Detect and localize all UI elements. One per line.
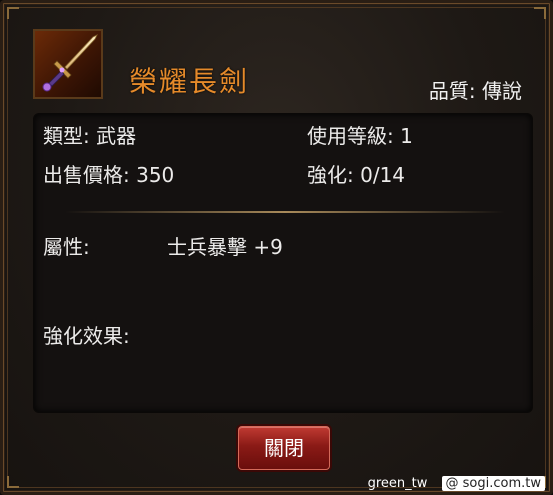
close-button[interactable]: 關閉 (238, 426, 330, 470)
item-tooltip-window: 榮耀長劍 品質: 傳說 類型: 武器 使用等級: 1 出售價格: 350 強化:… (0, 0, 553, 495)
item-stats-panel (33, 113, 533, 413)
enhance-label: 強化: (307, 163, 354, 187)
attributes-value: 士兵暴擊 +9 (167, 235, 283, 259)
sword-icon (33, 29, 103, 99)
watermark: green_tw @ sogi.com.tw (368, 476, 545, 491)
item-quality: 品質: 傳說 (429, 79, 522, 103)
level-label: 使用等級: (307, 124, 394, 148)
stat-sell-price: 出售價格: 350 (43, 162, 174, 188)
section-divider (65, 211, 505, 213)
price-value: 350 (136, 163, 175, 187)
attributes-label: 屬性: (43, 235, 90, 259)
enhance-value: 0/14 (360, 163, 406, 187)
level-value: 1 (400, 124, 413, 148)
stat-enhance: 強化: 0/14 (307, 162, 405, 188)
price-label: 出售價格: (43, 163, 130, 187)
watermark-user: green_tw (367, 476, 428, 491)
enhance-effect-label: 強化效果: (43, 324, 130, 348)
frame-corner (7, 476, 19, 488)
stat-type: 類型: 武器 (43, 123, 136, 149)
type-label: 類型: (43, 124, 90, 148)
frame-corner (7, 7, 19, 19)
quality-value: 傳說 (482, 79, 522, 103)
type-value: 武器 (96, 124, 137, 148)
quality-label: 品質: (428, 79, 476, 103)
frame-corner (534, 7, 546, 19)
item-name: 榮耀長劍 (129, 65, 250, 98)
watermark-site: @ sogi.com.tw (441, 476, 545, 491)
stat-required-level: 使用等級: 1 (307, 123, 413, 149)
